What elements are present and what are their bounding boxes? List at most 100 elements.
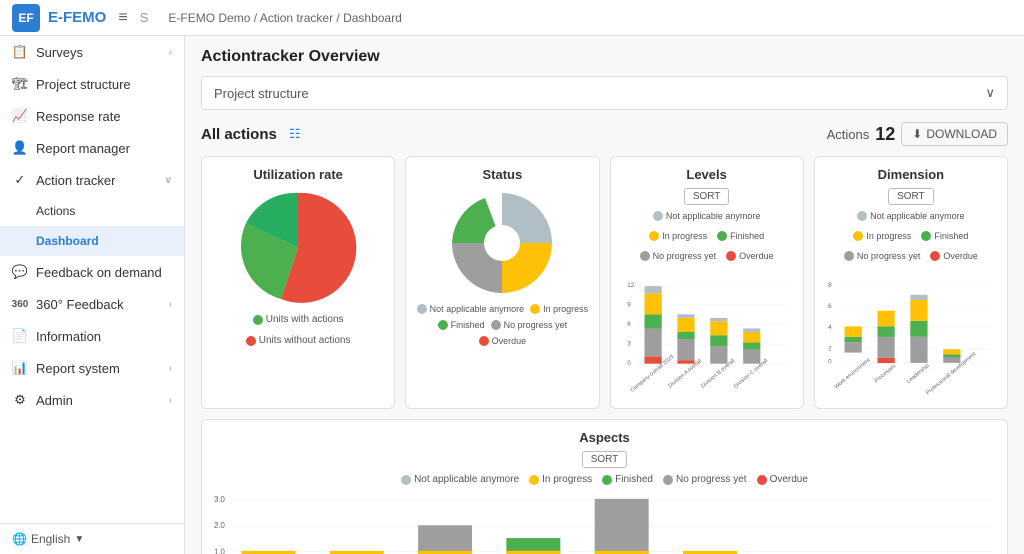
levels-legend: Not applicable anymore In progress Finis… <box>621 211 793 261</box>
sidebar-item-action-tracker[interactable]: ✓ Action tracker ∨ <box>0 164 184 196</box>
legend-na: Not applicable anymore <box>401 474 519 485</box>
levels-bar-svg: 12 9 6 3 0 <box>621 265 793 395</box>
svg-text:1.0: 1.0 <box>214 548 226 554</box>
actions-text: Actions <box>827 127 870 142</box>
download-label: DOWNLOAD <box>926 127 997 141</box>
legend-na: Not applicable anymore <box>857 211 965 221</box>
dimension-legend: Not applicable anymore In progress Finis… <box>825 211 997 261</box>
utilization-pie-container: Units with actions Units without actions <box>212 188 384 346</box>
main-layout: 📋 Surveys › 🏗 Project structure 📈 Respon… <box>0 36 1024 554</box>
admin-icon: ⚙ <box>12 392 28 408</box>
sidebar-item-actions[interactable]: Actions <box>0 196 184 226</box>
report-system-icon: 📊 <box>12 360 28 376</box>
levels-sort-button[interactable]: SORT <box>684 188 730 205</box>
legend-np: No progress yet <box>844 251 921 261</box>
legend-ip: In progress <box>649 231 707 241</box>
logo-text: E-FEMO <box>48 9 106 26</box>
legend-fin: Finished <box>717 231 764 241</box>
status-title: Status <box>416 167 588 182</box>
sidebar-item-surveys[interactable]: 📋 Surveys › <box>0 36 184 68</box>
response-rate-icon: 📈 <box>12 108 28 124</box>
legend-dot <box>479 336 489 346</box>
feedback-icon: 💬 <box>12 264 28 280</box>
dimension-card: Dimension SORT Not applicable anymore In… <box>814 156 1008 409</box>
svg-text:12: 12 <box>627 282 634 289</box>
svg-text:Work environment: Work environment <box>833 357 871 390</box>
aspects-bar-svg: 3.0 2.0 1.0 0 <box>212 491 997 554</box>
legend-in-progress: In progress <box>530 304 588 314</box>
aspects-sort-button[interactable]: SORT <box>582 451 628 468</box>
dimension-title: Dimension <box>825 167 997 182</box>
sidebar-item-dashboard[interactable]: Dashboard <box>0 226 184 256</box>
actions-count-badge: 12 <box>875 124 895 145</box>
arrow-icon: › <box>169 299 172 310</box>
legend-dot <box>417 304 427 314</box>
actions-header-row: All actions ☷ Actions 12 ⬇ DOWNLOAD <box>201 122 1008 146</box>
aspects-card: Aspects SORT Not applicable anymore In p… <box>201 419 1008 554</box>
sidebar: 📋 Surveys › 🏗 Project structure 📈 Respon… <box>0 36 185 554</box>
svg-text:4: 4 <box>828 324 832 331</box>
sidebar-item-information[interactable]: 📄 Information <box>0 320 184 352</box>
dimension-bar-svg: 8 6 4 2 0 Work environment <box>825 265 997 395</box>
sidebar-item-report-manager[interactable]: 👤 Report manager <box>0 132 184 164</box>
information-icon: 📄 <box>12 328 28 344</box>
utilization-legend: Units with actions Units without actions <box>212 314 384 346</box>
download-icon: ⬇ <box>912 127 922 141</box>
language-selector[interactable]: 🌐 English ▼ <box>0 523 184 554</box>
language-arrow-icon: ▼ <box>74 534 84 545</box>
page-title: Actiontracker Overview <box>201 48 1008 66</box>
sidebar-item-report-system[interactable]: 📊 Report system › <box>0 352 184 384</box>
legend-not-applicable: Not applicable anymore <box>417 304 525 314</box>
legend-na: Not applicable anymore <box>653 211 761 221</box>
status-pie-container: Not applicable anymore In progress Finis… <box>416 188 588 346</box>
dimension-sort-button[interactable]: SORT <box>888 188 934 205</box>
svg-text:8: 8 <box>828 282 832 289</box>
legend-fin: Finished <box>602 474 653 485</box>
sidebar-item-feedback-demand[interactable]: 💬 Feedback on demand <box>0 256 184 288</box>
sidebar-item-project-structure[interactable]: 🏗 Project structure <box>0 68 184 100</box>
legend-dot <box>246 336 256 346</box>
logo-icon: EF <box>12 4 40 32</box>
svg-text:6: 6 <box>627 321 631 328</box>
svg-text:0: 0 <box>828 359 832 366</box>
legend-dot <box>530 304 540 314</box>
sidebar-item-response-rate[interactable]: 📈 Response rate <box>0 100 184 132</box>
svg-text:2.0: 2.0 <box>214 521 226 530</box>
all-actions-label: All actions <box>201 126 277 143</box>
report-manager-icon: 👤 <box>12 140 28 156</box>
project-structure-icon: 🏗 <box>12 76 28 92</box>
sidebar-toggle-icon[interactable]: ≡ <box>118 9 127 27</box>
actions-count-area: Actions 12 ⬇ DOWNLOAD <box>827 122 1008 146</box>
arrow-icon: › <box>169 47 172 58</box>
project-structure-dropdown[interactable]: Project structure ∨ <box>201 76 1008 110</box>
legend-overdue: Overdue <box>479 336 527 346</box>
legend-units-with-actions: Units with actions <box>253 314 344 325</box>
svg-text:9: 9 <box>627 302 631 309</box>
download-button[interactable]: ⬇ DOWNLOAD <box>901 122 1008 146</box>
aspects-legend: Not applicable anymore In progress Finis… <box>212 474 997 485</box>
svg-text:2: 2 <box>828 345 832 352</box>
legend-units-without-actions: Units without actions <box>246 335 351 346</box>
svg-text:6: 6 <box>828 303 832 310</box>
status-card: Status <box>405 156 599 409</box>
surveys-icon: 📋 <box>12 44 28 60</box>
project-structure-label: Project structure <box>214 86 309 101</box>
arrow-icon: › <box>169 395 172 406</box>
sidebar-item-360-feedback[interactable]: 360 360° Feedback › <box>0 288 184 320</box>
breadcrumb: E-FEMO Demo / Action tracker / Dashboard <box>168 11 401 25</box>
legend-np: No progress yet <box>663 474 747 485</box>
action-tracker-icon: ✓ <box>12 172 28 188</box>
legend-ov: Overdue <box>726 251 774 261</box>
svg-text:Processes: Processes <box>873 363 897 384</box>
svg-text:3: 3 <box>627 341 631 348</box>
legend-no-progress: No progress yet <box>491 320 568 330</box>
sidebar-item-admin[interactable]: ⚙ Admin › <box>0 384 184 416</box>
utilization-pie-svg <box>238 188 358 308</box>
legend-ov: Overdue <box>757 474 808 485</box>
content-area: Actiontracker Overview Project structure… <box>185 36 1024 554</box>
legend-ov: Overdue <box>930 251 978 261</box>
legend-np: No progress yet <box>640 251 717 261</box>
filter-icon[interactable]: ☷ <box>285 124 305 144</box>
charts-row: Utilization rate Units with actions <box>201 156 1008 409</box>
language-icon: 🌐 <box>12 532 27 546</box>
